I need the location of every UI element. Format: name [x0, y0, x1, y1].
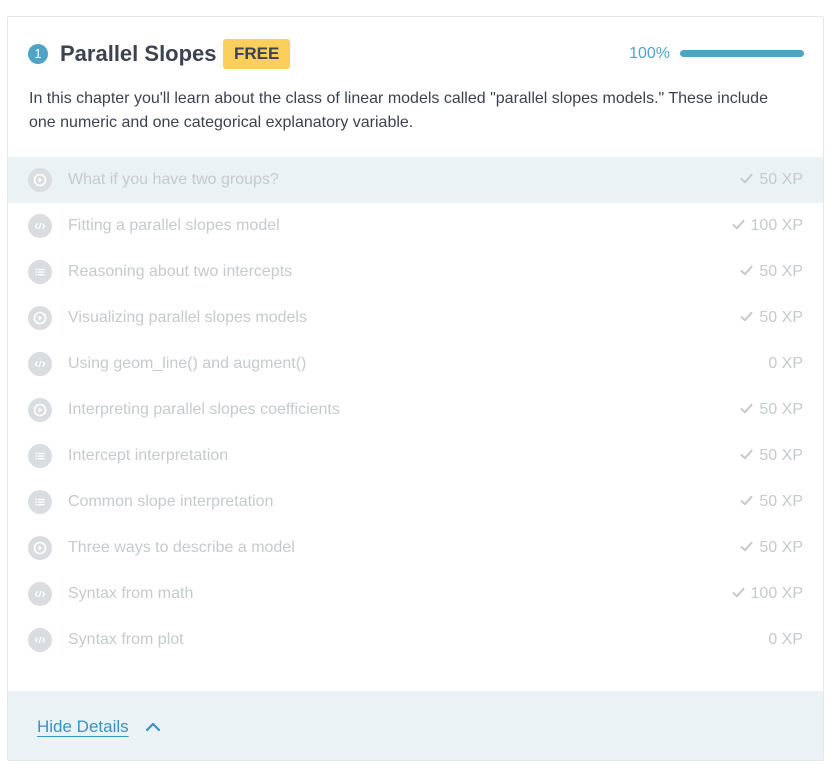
exercise-xp-value: 0 XP	[768, 355, 803, 372]
chapter-number-badge: 1	[28, 44, 48, 64]
chapter-description: In this chapter you'll learn about the c…	[29, 90, 768, 131]
exercise-row[interactable]: What if you have two groups? 50 XP	[8, 157, 823, 203]
list-icon	[28, 490, 52, 514]
hide-details-link[interactable]: Hide Details	[37, 715, 129, 739]
checkmark-icon	[740, 265, 753, 276]
exercise-xp: 50 XP	[740, 538, 803, 558]
video-icon	[28, 398, 52, 422]
exercise-row[interactable]: Three ways to describe a model 50 XP	[8, 525, 823, 571]
exercise-title: Reasoning about two intercepts	[68, 263, 293, 280]
chapter-title: Parallel Slopes	[60, 41, 217, 66]
exercise-xp-value: 50 XP	[759, 539, 803, 556]
checkmark-icon	[732, 219, 745, 230]
exercise-xp: 50 XP	[740, 308, 803, 328]
exercise-xp: 100 XP	[732, 584, 803, 604]
progress-bar	[680, 50, 804, 57]
exercise-xp: 50 XP	[740, 262, 803, 282]
exercise-xp: 50 XP	[740, 400, 803, 420]
checkmark-icon	[740, 495, 753, 506]
exercise-xp-value: 50 XP	[759, 171, 803, 188]
checkmark-icon	[740, 403, 753, 414]
details-footer: Hide Details	[8, 691, 823, 760]
video-icon	[28, 536, 52, 560]
list-icon	[28, 444, 52, 468]
exercise-row[interactable]: Using geom_line() and augment() 0 XP	[8, 341, 823, 387]
checkmark-icon	[740, 173, 753, 184]
list-icon	[28, 260, 52, 284]
chapter-card: 1 Parallel Slopes FREE 100% In this chap…	[7, 16, 824, 761]
exercise-title: Intercept interpretation	[68, 447, 229, 464]
exercise-title: What if you have two groups?	[68, 171, 279, 188]
exercise-row[interactable]: Interpreting parallel slopes coefficient…	[8, 387, 823, 433]
exercise-title: Interpreting parallel slopes coefficient…	[68, 401, 340, 418]
exercise-xp-value: 50 XP	[759, 447, 803, 464]
exercise-row[interactable]: Visualizing parallel slopes models 50 XP	[8, 295, 823, 341]
exercise-title: Syntax from plot	[68, 631, 184, 648]
exercise-title: Visualizing parallel slopes models	[68, 309, 307, 326]
exercise-title: Using geom_line() and augment()	[68, 355, 307, 372]
exercise-xp-value: 50 XP	[759, 309, 803, 326]
exercise-row[interactable]: Syntax from plot 0 XP	[8, 617, 823, 663]
exercise-xp: 0 XP	[768, 354, 803, 374]
code-icon	[28, 214, 52, 238]
free-badge: FREE	[223, 39, 291, 69]
exercise-row[interactable]: Fitting a parallel slopes model 100 XP	[8, 203, 823, 249]
code-icon	[28, 582, 52, 606]
exercise-xp-value: 100 XP	[750, 585, 803, 602]
exercise-title: Three ways to describe a model	[68, 539, 295, 556]
code-icon	[28, 628, 52, 652]
exercise-row[interactable]: Reasoning about two intercepts 50 XP	[8, 249, 823, 295]
exercise-row[interactable]: Intercept interpretation 50 XP	[8, 433, 823, 479]
chevron-up-icon[interactable]	[145, 721, 161, 733]
exercise-xp-value: 50 XP	[759, 263, 803, 280]
checkmark-icon	[740, 449, 753, 460]
exercise-xp-value: 100 XP	[750, 217, 803, 234]
exercise-xp: 50 XP	[740, 446, 803, 466]
checkmark-icon	[740, 541, 753, 552]
exercise-title: Syntax from math	[68, 585, 194, 602]
code-icon	[28, 352, 52, 376]
exercise-xp-value: 50 XP	[759, 493, 803, 510]
video-icon	[28, 306, 52, 330]
video-icon	[28, 168, 52, 192]
exercise-row[interactable]: Common slope interpretation 50 XP	[8, 479, 823, 525]
exercise-xp-value: 0 XP	[768, 631, 803, 648]
exercise-list: What if you have two groups? 50 XP Fitting…	[8, 157, 823, 663]
exercise-xp: 50 XP	[740, 170, 803, 190]
progress-bar-fill	[680, 50, 804, 57]
chapter-header: 1 Parallel Slopes FREE 100%	[8, 17, 823, 79]
exercise-title: Common slope interpretation	[68, 493, 274, 510]
progress-percent: 100%	[629, 45, 670, 62]
checkmark-icon	[740, 311, 753, 322]
checkmark-icon	[732, 587, 745, 598]
exercise-title: Fitting a parallel slopes model	[68, 217, 280, 234]
exercise-xp: 0 XP	[768, 630, 803, 650]
exercise-xp-value: 50 XP	[759, 401, 803, 418]
exercise-xp: 100 XP	[732, 216, 803, 236]
exercise-row[interactable]: Syntax from math 100 XP	[8, 571, 823, 617]
exercise-xp: 50 XP	[740, 492, 803, 512]
